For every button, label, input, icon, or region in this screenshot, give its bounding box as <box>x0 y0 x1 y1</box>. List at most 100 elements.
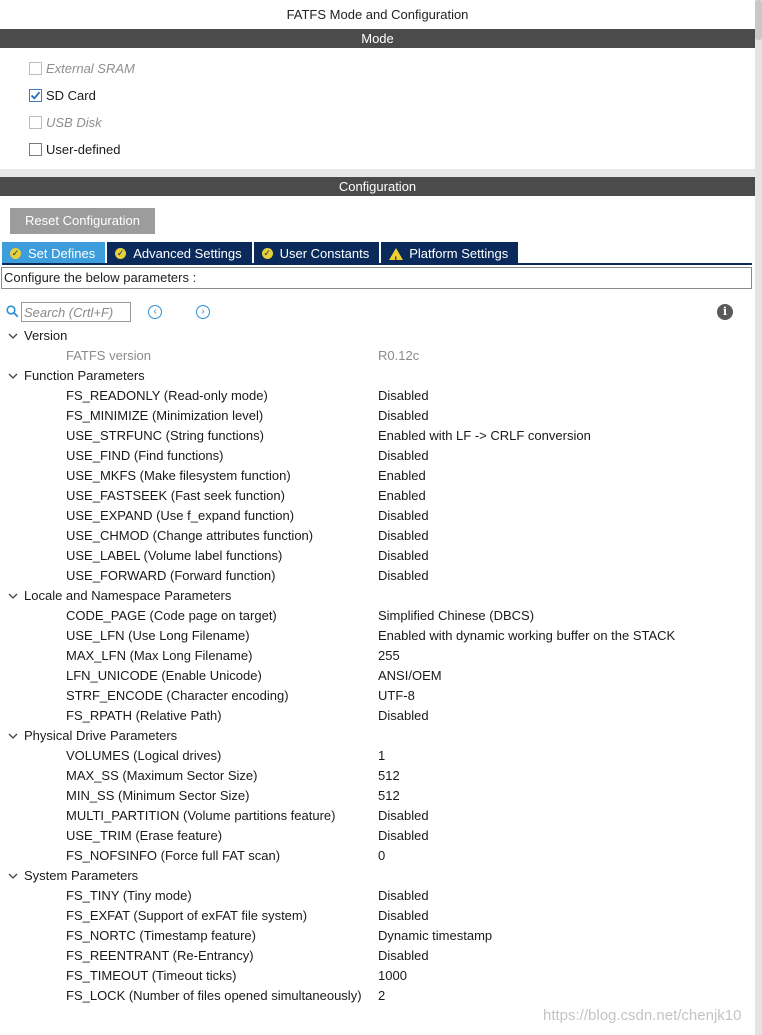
parameter-value[interactable]: Disabled <box>378 566 429 586</box>
parameter-row[interactable]: FS_TINY (Tiny mode) Disabled <box>0 886 755 906</box>
parameter-value[interactable]: Disabled <box>378 706 429 726</box>
parameter-name: FS_NORTC (Timestamp feature) <box>66 928 256 943</box>
panel-separator <box>0 169 755 177</box>
parameter-row[interactable]: FS_NORTC (Timestamp feature) Dynamic time… <box>0 926 755 946</box>
parameter-value[interactable]: Disabled <box>378 406 429 426</box>
chevron-left-icon[interactable]: ‹ <box>148 305 162 319</box>
parameter-row[interactable]: MULTI_PARTITION (Volume partitions featu… <box>0 806 755 826</box>
parameter-value[interactable]: UTF-8 <box>378 686 415 706</box>
parameter-value[interactable]: Disabled <box>378 386 429 406</box>
parameter-row[interactable]: MAX_SS (Maximum Sector Size) 512 <box>0 766 755 786</box>
parameter-value[interactable]: Disabled <box>378 506 429 526</box>
parameter-value[interactable]: Enabled <box>378 466 426 486</box>
parameter-value[interactable]: Disabled <box>378 886 429 906</box>
parameter-name: MAX_LFN (Max Long Filename) <box>66 648 253 663</box>
info-icon[interactable]: i <box>717 304 733 320</box>
reset-configuration-button[interactable]: Reset Configuration <box>10 208 155 234</box>
parameter-value[interactable]: Disabled <box>378 446 429 466</box>
parameter-row[interactable]: USE_FIND (Find functions) Disabled <box>0 446 755 466</box>
parameter-row[interactable]: MAX_LFN (Max Long Filename) 255 <box>0 646 755 666</box>
parameter-value[interactable]: Simplified Chinese (DBCS) <box>378 606 534 626</box>
user-defined-checkbox[interactable] <box>29 142 42 156</box>
tree-group-row[interactable]: Function Parameters <box>0 366 755 386</box>
parameter-row[interactable]: MIN_SS (Minimum Sector Size) 512 <box>0 786 755 806</box>
parameter-row[interactable]: CODE_PAGE (Code page on target) Simplifie… <box>0 606 755 626</box>
tab-platform-settings[interactable]: Platform Settings <box>381 242 519 271</box>
parameter-value[interactable]: 512 <box>378 766 400 786</box>
parameter-value[interactable]: Enabled <box>378 486 426 506</box>
parameter-name: FS_TIMEOUT (Timeout ticks) <box>66 968 237 983</box>
parameter-value[interactable]: Disabled <box>378 826 429 846</box>
chevron-right-icon[interactable]: › <box>196 305 210 319</box>
mode-option-sd-card[interactable]: SD Card <box>29 86 96 104</box>
tree-group-row[interactable]: Version <box>0 326 755 346</box>
chevron-down-icon[interactable] <box>8 371 18 381</box>
search-icon[interactable] <box>6 305 19 318</box>
check-circle-icon: ✓ <box>10 248 21 259</box>
parameter-name: USE_EXPAND (Use f_expand function) <box>66 508 295 523</box>
parameter-value[interactable]: R0.12c <box>378 346 419 366</box>
parameter-value[interactable]: ANSI/OEM <box>378 666 442 686</box>
config-tabs: ✓ Set Defines ✓ Advanced Settings ✓ User… <box>2 242 520 271</box>
tree-group-label: Version <box>24 328 68 343</box>
parameter-name: STRF_ENCODE (Character encoding) <box>66 688 289 703</box>
scrollbar-thumb[interactable] <box>755 0 762 40</box>
tabs-underline <box>2 263 752 265</box>
parameter-value[interactable]: Disabled <box>378 546 429 566</box>
tab-user-constants[interactable]: ✓ User Constants <box>253 242 380 264</box>
parameter-row[interactable]: USE_STRFUNC (String functions) Enabled wi… <box>0 426 755 446</box>
parameter-name: LFN_UNICODE (Enable Unicode) <box>66 668 262 683</box>
parameter-value[interactable]: 1000 <box>378 966 407 986</box>
parameter-row[interactable]: FS_TIMEOUT (Timeout ticks) 1000 <box>0 966 755 986</box>
parameter-row[interactable]: USE_EXPAND (Use f_expand function) Disabl… <box>0 506 755 526</box>
parameter-row[interactable]: FS_RPATH (Relative Path) Disabled <box>0 706 755 726</box>
parameter-row[interactable]: USE_MKFS (Make filesystem function) Enabl… <box>0 466 755 486</box>
parameter-row[interactable]: FS_REENTRANT (Re-Entrancy) Disabled <box>0 946 755 966</box>
parameter-value[interactable]: Disabled <box>378 806 429 826</box>
chevron-down-icon[interactable] <box>8 871 18 881</box>
parameter-row[interactable]: FS_NOFSINFO (Force full FAT scan) 0 <box>0 846 755 866</box>
parameter-value[interactable]: 255 <box>378 646 400 666</box>
sd-card-checkbox[interactable] <box>29 88 42 102</box>
parameter-value[interactable]: Dynamic timestamp <box>378 926 492 946</box>
parameter-value[interactable]: 0 <box>378 846 385 866</box>
parameter-row[interactable]: FS_READONLY (Read-only mode) Disabled <box>0 386 755 406</box>
parameter-row[interactable]: FS_LOCK (Number of files opened simultan… <box>0 986 755 1006</box>
parameter-value[interactable]: Enabled with dynamic working buffer on t… <box>378 626 675 646</box>
parameter-row[interactable]: STRF_ENCODE (Character encoding) UTF-8 <box>0 686 755 706</box>
tree-group-label: Physical Drive Parameters <box>24 728 178 743</box>
chevron-down-icon[interactable] <box>8 331 18 341</box>
parameter-value[interactable]: Disabled <box>378 526 429 546</box>
parameter-row[interactable]: LFN_UNICODE (Enable Unicode) ANSI/OEM <box>0 666 755 686</box>
parameter-value[interactable]: 1 <box>378 746 385 766</box>
window-title: FATFS Mode and Configuration <box>0 0 755 29</box>
parameter-row[interactable]: FATFS version R0.12c <box>0 346 755 366</box>
check-circle-icon: ✓ <box>115 248 127 259</box>
check-circle-icon: ✓ <box>261 248 273 259</box>
mode-option-user-defined[interactable]: User-defined <box>29 140 120 158</box>
parameter-row[interactable]: USE_FORWARD (Forward function) Disabled <box>0 566 755 586</box>
vertical-scrollbar[interactable] <box>755 0 762 1035</box>
parameter-value[interactable]: Disabled <box>378 946 429 966</box>
tab-set-defines[interactable]: ✓ Set Defines <box>2 242 106 264</box>
tree-group-row[interactable]: Physical Drive Parameters <box>0 726 755 746</box>
tree-group-row[interactable]: System Parameters <box>0 866 755 886</box>
parameter-row[interactable]: VOLUMES (Logical drives) 1 <box>0 746 755 766</box>
parameter-value[interactable]: 2 <box>378 986 385 1006</box>
parameter-row[interactable]: USE_CHMOD (Change attributes function) Di… <box>0 526 755 546</box>
parameter-value[interactable]: 512 <box>378 786 400 806</box>
mode-panel: External SRAM SD Card USB Disk User-defi… <box>0 48 755 169</box>
tree-group-row[interactable]: Locale and Namespace Parameters <box>0 586 755 606</box>
parameter-row[interactable]: FS_MINIMIZE (Minimization level) Disabled <box>0 406 755 426</box>
parameter-row[interactable]: USE_FASTSEEK (Fast seek function) Enabled <box>0 486 755 506</box>
parameter-value[interactable]: Enabled with LF -> CRLF conversion <box>378 426 591 446</box>
parameter-row[interactable]: USE_LABEL (Volume label functions) Disabl… <box>0 546 755 566</box>
parameter-row[interactable]: USE_LFN (Use Long Filename) Enabled with … <box>0 626 755 646</box>
parameter-row[interactable]: FS_EXFAT (Support of exFAT file system) D… <box>0 906 755 926</box>
search-input[interactable] <box>21 302 131 322</box>
chevron-down-icon[interactable] <box>8 591 18 601</box>
parameter-value[interactable]: Disabled <box>378 906 429 926</box>
chevron-down-icon[interactable] <box>8 731 18 741</box>
parameter-row[interactable]: USE_TRIM (Erase feature) Disabled <box>0 826 755 846</box>
tab-advanced-settings[interactable]: ✓ Advanced Settings <box>107 242 252 264</box>
